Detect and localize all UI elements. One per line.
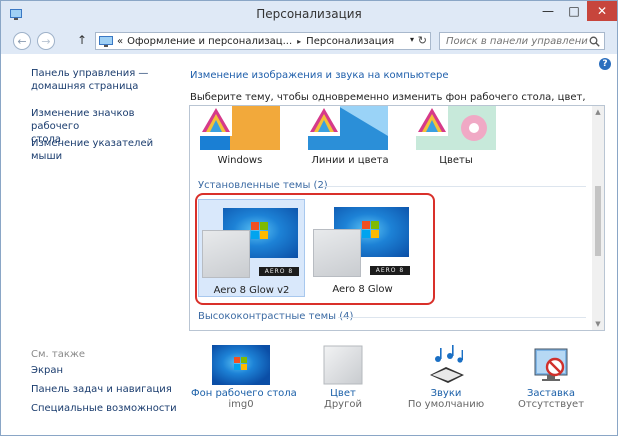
- breadcrumb-overflow[interactable]: «: [117, 36, 123, 47]
- forward-button[interactable]: →: [37, 32, 55, 50]
- scroll-up-arrow[interactable]: ▲: [592, 106, 604, 118]
- page-title: Изменение изображения и звука на компьют…: [190, 70, 449, 81]
- color-swatch-icon: [323, 345, 363, 385]
- window-title: Персонализация: [256, 7, 362, 21]
- control-panel-icon: [99, 35, 113, 47]
- desktop-background-icon: [212, 345, 270, 385]
- screensaver-value: Отсутствует: [517, 399, 585, 410]
- address-bar[interactable]: « Оформление и персонализац... ▸ Персона…: [95, 32, 431, 50]
- up-button[interactable]: ↑: [77, 33, 87, 47]
- themes-scrollbar[interactable]: ▲ ▼: [592, 106, 604, 330]
- breadcrumb-root[interactable]: Оформление и персонализац...: [127, 36, 292, 47]
- color-label[interactable]: Цвет: [301, 388, 385, 399]
- desktop-background-option[interactable]: Фон рабочего стола img0: [191, 345, 297, 410]
- desktop-background-label[interactable]: Фон рабочего стола: [191, 388, 297, 399]
- breadcrumb-current[interactable]: Персонализация: [306, 36, 394, 47]
- see-also-accessibility[interactable]: Специальные возможности: [31, 402, 177, 415]
- flowers-theme-preview: [416, 106, 496, 150]
- maximize-button[interactable]: □: [561, 1, 587, 21]
- desktop-background-value: img0: [228, 399, 254, 410]
- back-button[interactable]: ←: [13, 32, 31, 50]
- section-divider: [320, 186, 586, 187]
- search-box[interactable]: [439, 32, 605, 50]
- sidebar-link-mouse-pointers[interactable]: Изменение указателей мыши: [31, 137, 179, 163]
- sounds-icon: [430, 345, 464, 383]
- title-bar: Персонализация — □ ✕: [1, 1, 617, 28]
- sidebar: Панель управления — домашняя страница Из…: [1, 54, 179, 435]
- see-also-heading: См. также: [31, 349, 86, 360]
- theme-thumbnail-windows[interactable]: [200, 106, 280, 150]
- sidebar-link-home[interactable]: Панель управления — домашняя страница: [31, 67, 148, 93]
- search-icon[interactable]: [589, 36, 600, 47]
- refresh-icon[interactable]: ↻: [418, 34, 427, 47]
- navigation-bar: ← → ↑ « Оформление и персонализац... ▸ П…: [1, 28, 617, 54]
- themes-panel: Windows Линии и цвета Цветы Установленны…: [189, 105, 605, 331]
- theme-label-flowers[interactable]: Цветы: [416, 155, 496, 166]
- screensaver-label[interactable]: Заставка: [509, 388, 593, 399]
- color-option[interactable]: Цвет Другой: [301, 345, 385, 410]
- theme-label-lines-colors[interactable]: Линии и цвета: [302, 155, 398, 166]
- section-divider: [338, 317, 586, 318]
- theme-thumbnail-flowers[interactable]: [416, 106, 496, 150]
- help-icon[interactable]: ?: [599, 58, 611, 70]
- highlight-annotation: [195, 193, 435, 305]
- minimize-button[interactable]: —: [535, 1, 561, 21]
- close-button[interactable]: ✕: [587, 1, 617, 21]
- see-also-display[interactable]: Экран: [31, 364, 63, 377]
- see-also-taskbar[interactable]: Панель задач и навигация: [31, 383, 172, 396]
- breadcrumb-separator[interactable]: ▸: [297, 37, 301, 46]
- screensaver-icon: [534, 348, 568, 381]
- theme-label-windows[interactable]: Windows: [200, 155, 280, 166]
- search-input[interactable]: [440, 33, 588, 49]
- personalization-window: Персонализация — □ ✕ ← → ↑ « Оформление …: [0, 0, 618, 436]
- sounds-option[interactable]: Звуки По умолчанию: [401, 345, 491, 410]
- scrollbar-thumb[interactable]: [595, 186, 601, 256]
- theme-thumbnail-lines-colors[interactable]: [308, 106, 388, 150]
- windows-theme-preview: [200, 106, 280, 150]
- lines-colors-theme-preview: [308, 106, 388, 150]
- high-contrast-themes-header[interactable]: Высококонтрастные темы (4): [198, 311, 353, 322]
- screensaver-option[interactable]: Заставка Отсутствует: [509, 345, 593, 410]
- scroll-down-arrow[interactable]: ▼: [592, 318, 604, 330]
- installed-themes-header[interactable]: Установленные темы (2): [198, 180, 328, 191]
- sounds-label[interactable]: Звуки: [401, 388, 491, 399]
- sounds-value: По умолчанию: [407, 399, 485, 410]
- chevron-down-icon[interactable]: ▾: [410, 35, 414, 44]
- color-value: Другой: [324, 399, 362, 410]
